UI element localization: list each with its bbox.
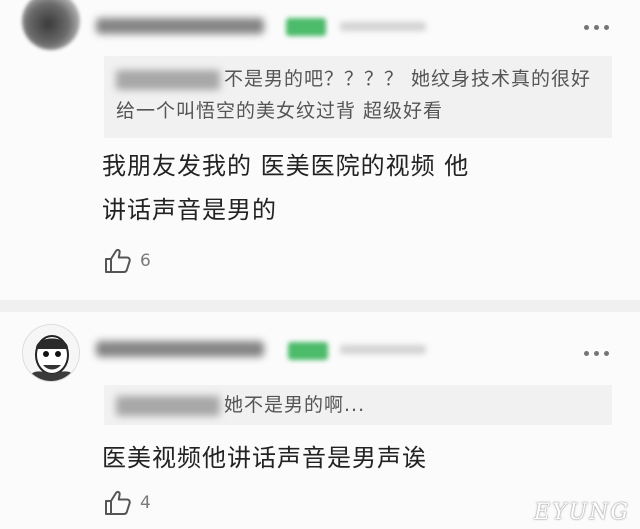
quoted-reply[interactable]: 她不是男的啊... xyxy=(104,385,612,425)
avatar-image xyxy=(23,325,79,381)
username-redacted[interactable] xyxy=(96,18,264,34)
like-button[interactable]: 6 xyxy=(104,248,151,274)
comment-text: 医美视频他讲话声音是男声诶 xyxy=(102,444,427,472)
more-options-button[interactable] xyxy=(582,346,610,360)
user-badge-redacted xyxy=(286,18,326,36)
like-count: 6 xyxy=(140,251,151,271)
avatar[interactable] xyxy=(22,0,80,50)
quoted-reply[interactable]: 不是男的吧？？？？ 她纹身技术真的很好 给一个叫悟空的美女纹过背 超级好看 xyxy=(104,56,612,138)
like-button[interactable]: 4 xyxy=(104,490,151,516)
username-redacted[interactable] xyxy=(96,341,264,357)
thumbs-up-icon xyxy=(105,248,131,273)
quote-author-redacted xyxy=(116,395,220,416)
more-dots-icon xyxy=(583,350,589,356)
comment-text: 我朋友发我的 医美医院的视频 他 讲话声音是男的 xyxy=(102,152,470,224)
user-badge-redacted xyxy=(288,342,328,360)
quote-author-redacted xyxy=(116,69,220,90)
timestamp-redacted xyxy=(340,22,426,31)
quote-text: 她不是男的啊... xyxy=(224,394,366,416)
comment-item: 她不是男的啊... 医美视频他讲话声音是男声诶 4 xyxy=(0,312,640,529)
avatar[interactable] xyxy=(22,324,80,382)
comment-item: 不是男的吧？？？？ 她纹身技术真的很好 给一个叫悟空的美女纹过背 超级好看 我朋… xyxy=(0,0,640,300)
more-dots-icon xyxy=(583,24,589,30)
more-options-button[interactable] xyxy=(582,20,610,34)
comment-divider xyxy=(0,300,640,312)
timestamp-redacted xyxy=(340,345,426,354)
watermark-logo: EYUNG xyxy=(534,500,630,525)
thumbs-up-icon xyxy=(105,490,131,515)
like-count: 4 xyxy=(140,493,151,513)
